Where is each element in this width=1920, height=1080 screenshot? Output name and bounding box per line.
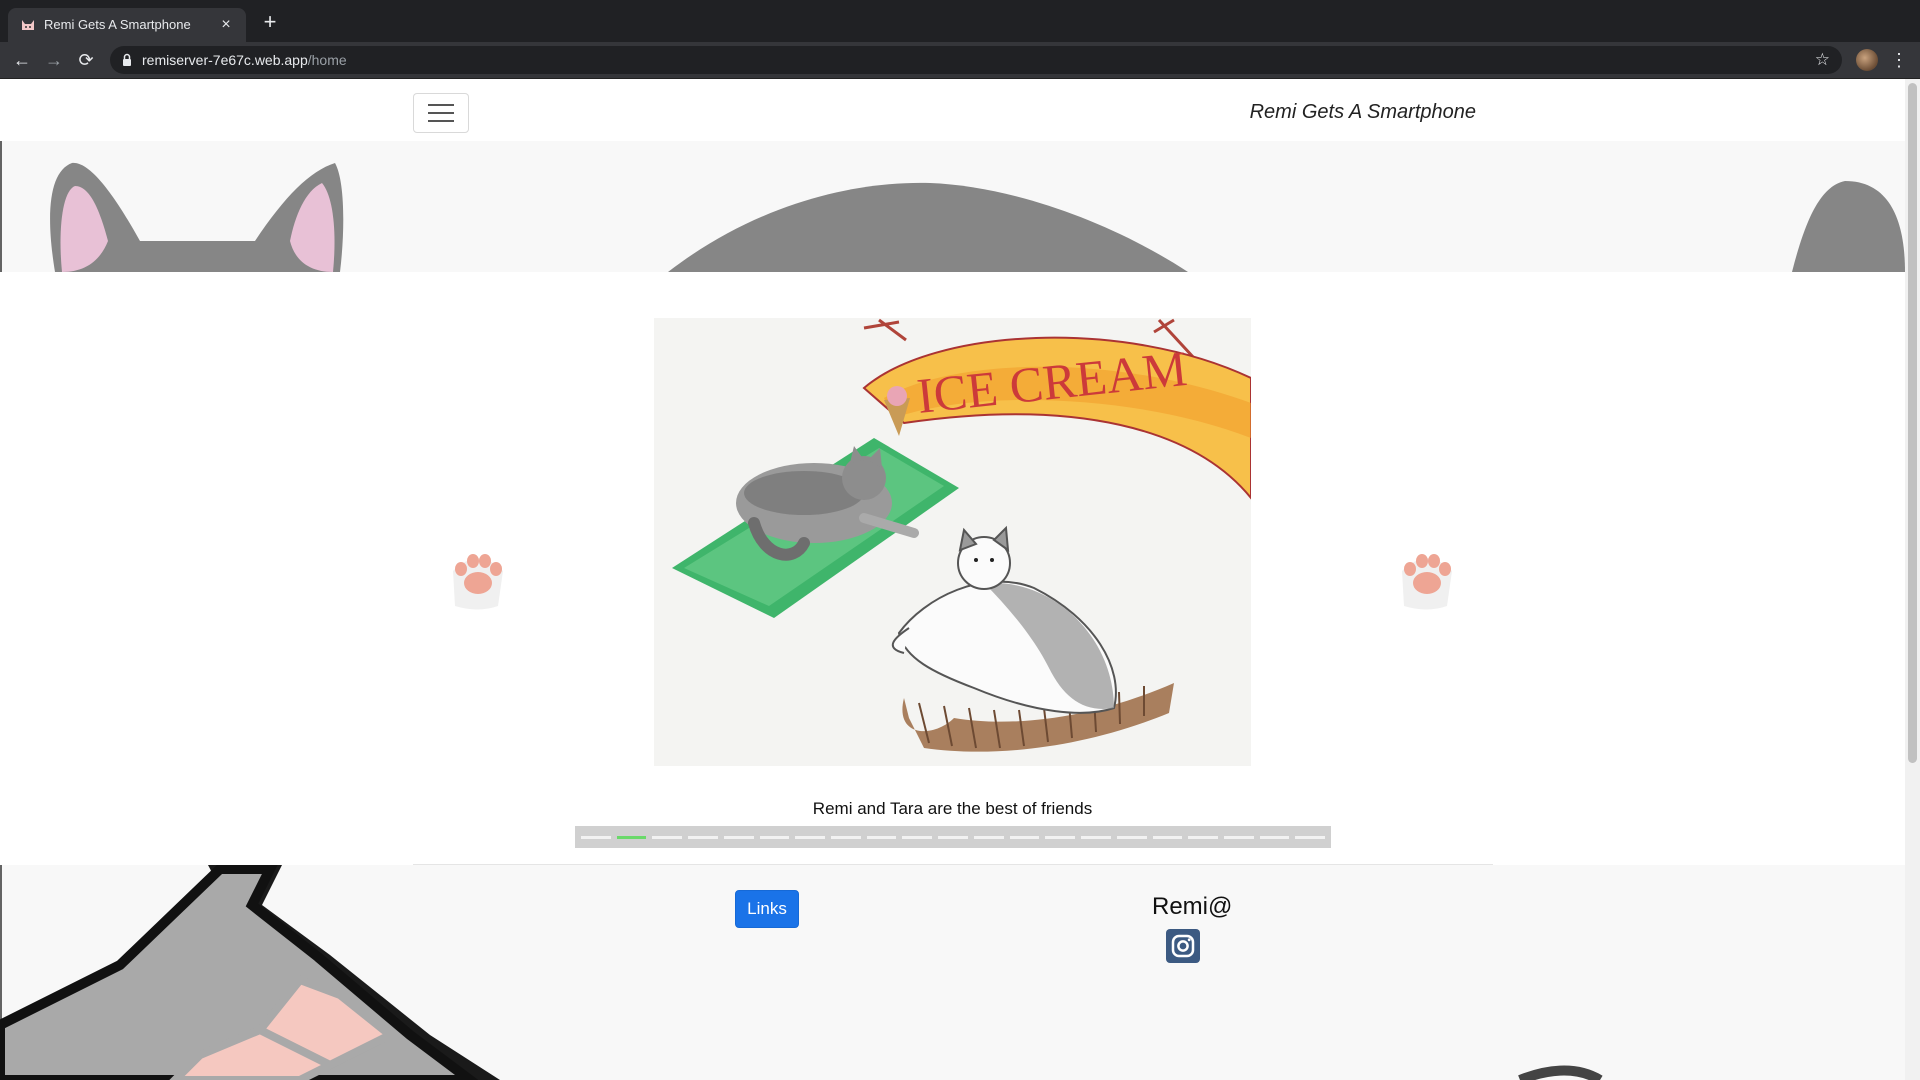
page-scrollbar[interactable] bbox=[1905, 79, 1920, 1080]
carousel-indicator[interactable] bbox=[1009, 835, 1040, 839]
carousel-indicator[interactable] bbox=[866, 835, 897, 839]
carousel-indicator[interactable] bbox=[759, 835, 790, 839]
instagram-icon[interactable] bbox=[1166, 929, 1200, 963]
remi-handle-label: Remi@ bbox=[1152, 893, 1233, 920]
profile-avatar[interactable] bbox=[1856, 49, 1878, 71]
url-text: remiserver-7e67c.web.app/home bbox=[142, 52, 347, 68]
cat-favicon-icon bbox=[22, 20, 34, 30]
site-footer: Links Remi@ bbox=[0, 865, 1905, 1080]
paw-print-right-icon bbox=[1402, 554, 1452, 610]
close-tab-icon[interactable]: × bbox=[216, 15, 236, 35]
carousel-indicator[interactable] bbox=[1223, 835, 1254, 839]
carousel-indicator[interactable] bbox=[688, 835, 718, 839]
carousel-caption: Remi and Tara are the best of friends bbox=[812, 799, 1093, 818]
address-bar[interactable]: remiserver-7e67c.web.app/home ☆ bbox=[110, 46, 1842, 74]
carousel-indicator[interactable] bbox=[723, 835, 754, 839]
carousel-indicator[interactable] bbox=[831, 835, 861, 839]
back-icon[interactable]: ← bbox=[10, 48, 34, 72]
carousel-indicator[interactable] bbox=[652, 835, 683, 839]
bookmark-star-icon[interactable]: ☆ bbox=[1815, 50, 1830, 70]
carousel-indicator[interactable] bbox=[1116, 835, 1147, 839]
cat-header-banner bbox=[0, 141, 1905, 272]
hamburger-line-icon bbox=[428, 112, 454, 114]
scrollbar-thumb[interactable] bbox=[1908, 83, 1917, 763]
carousel-indicator[interactable] bbox=[795, 835, 826, 839]
carousel-indicator[interactable] bbox=[938, 835, 968, 839]
url-host: remiserver-7e67c.web.app bbox=[142, 52, 308, 68]
browser-menu-icon[interactable]: ⋮ bbox=[1890, 48, 1908, 72]
carousel-indicator[interactable] bbox=[973, 835, 1004, 839]
carousel-slide-image[interactable]: ICE CREAM bbox=[654, 318, 1251, 766]
hamburger-line-icon bbox=[428, 120, 454, 122]
carousel-indicator[interactable] bbox=[1259, 835, 1290, 839]
site-navbar: Remi Gets A Smartphone bbox=[0, 79, 1905, 141]
carousel-indicators bbox=[575, 826, 1331, 848]
page-viewport: Remi Gets A Smartphone ICE CREAM Remi an… bbox=[0, 79, 1920, 1080]
carousel-indicator[interactable] bbox=[1295, 835, 1326, 839]
carousel-indicator[interactable] bbox=[581, 835, 611, 839]
browser-toolbar: ← → ⟳ remiserver-7e67c.web.app/home ☆ bbox=[0, 42, 1920, 79]
carousel-indicator[interactable] bbox=[616, 835, 647, 839]
browser-tab-strip: Remi Gets A Smartphone × + bbox=[0, 0, 1920, 42]
site-brand-title[interactable]: Remi Gets A Smartphone bbox=[1250, 101, 1476, 124]
tab-title: Remi Gets A Smartphone bbox=[44, 17, 191, 32]
forward-icon[interactable]: → bbox=[42, 48, 66, 72]
hamburger-line-icon bbox=[428, 104, 454, 106]
lock-icon bbox=[123, 53, 131, 66]
new-tab-button[interactable]: + bbox=[258, 10, 282, 34]
url-path: /home bbox=[307, 52, 347, 68]
carousel-indicator[interactable] bbox=[1152, 835, 1183, 839]
cat-ears-illustration bbox=[0, 141, 1905, 272]
carousel-indicator[interactable] bbox=[902, 835, 933, 839]
carousel-indicator[interactable] bbox=[1188, 835, 1218, 839]
carousel-indicator[interactable] bbox=[1081, 835, 1111, 839]
carousel-indicator[interactable] bbox=[1045, 835, 1076, 839]
paw-print-left-icon bbox=[453, 554, 503, 610]
cats-watercolor-illustration: ICE CREAM bbox=[654, 318, 1251, 766]
browser-tab[interactable]: Remi Gets A Smartphone × bbox=[8, 8, 246, 42]
reload-icon[interactable]: ⟳ bbox=[74, 48, 98, 72]
footer-laptop-illustration bbox=[0, 865, 1603, 1080]
links-button[interactable]: Links bbox=[735, 890, 799, 928]
hamburger-menu-button[interactable] bbox=[413, 93, 469, 133]
